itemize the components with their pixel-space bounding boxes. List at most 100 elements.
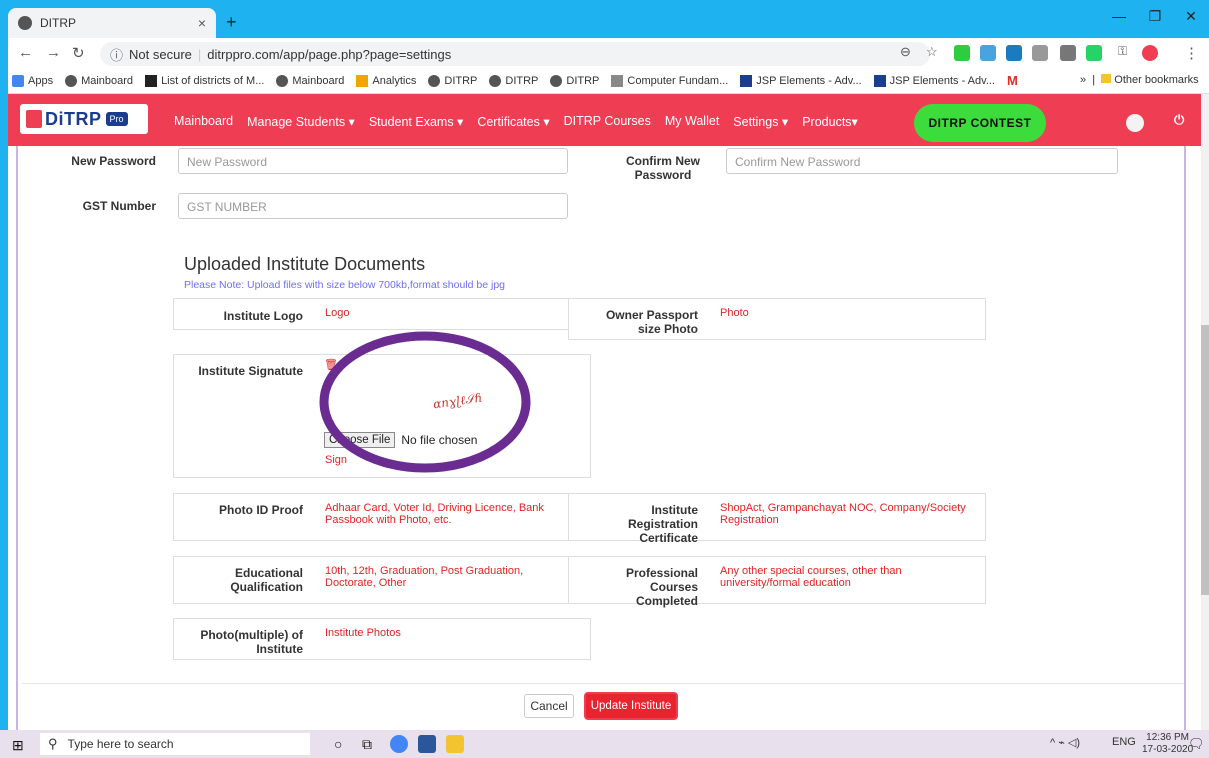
bookmarks-overflow[interactable]: » | Other bookmarks — [1080, 74, 1199, 86]
taskbar-search[interactable]: ⚲ Type here to search — [40, 733, 310, 755]
power-icon[interactable]: ⏻ — [1174, 112, 1184, 128]
scrollbar-thumb[interactable] — [1201, 325, 1209, 595]
photo-id-doc-label: Photo ID Proof — [219, 503, 303, 517]
sf-icon — [740, 74, 753, 87]
confirm-password-input[interactable]: Confirm New Password — [726, 148, 1118, 174]
clock-time: 12:36 PM — [1146, 732, 1189, 743]
analytics-icon — [356, 74, 369, 87]
windows-start-icon[interactable]: ⊞ — [12, 737, 24, 754]
cortana-icon[interactable]: ○ — [334, 736, 342, 752]
globe-icon — [276, 74, 289, 87]
separator: | — [197, 46, 202, 62]
reload-icon[interactable]: ↻ — [72, 44, 85, 62]
bookmark-item[interactable]: List of districts of M... — [145, 74, 264, 87]
apps-grid-icon — [12, 74, 24, 87]
bookmark-item[interactable]: DITRP — [428, 74, 477, 87]
contest-button[interactable]: DITRP CONTEST — [914, 104, 1046, 142]
tray-icons[interactable]: ^ ⌁ ◁) — [1050, 736, 1080, 749]
bookmark-item[interactable]: Mainboard — [276, 74, 344, 87]
bookmark-item[interactable]: Computer Fundam... — [611, 74, 728, 87]
zoom-icon[interactable]: ⊖ — [900, 44, 911, 60]
profile-icon[interactable] — [1142, 45, 1158, 61]
form-footer-divider — [22, 683, 1184, 684]
file-explorer-icon[interactable] — [446, 735, 464, 753]
new-password-input[interactable]: New Password — [178, 148, 568, 174]
maximize-icon[interactable]: ❐ — [1137, 8, 1173, 25]
registration-doc-value[interactable]: ShopAct, Grampanchayat NOC, Company/Soci… — [720, 502, 980, 526]
whatsapp-extension-icon[interactable] — [1086, 45, 1102, 61]
address-bar[interactable]: ⓘ Not secure | ditrppro.com/app/page.php… — [100, 42, 930, 66]
forward-icon[interactable]: → — [46, 44, 61, 61]
site-favicon-icon — [18, 16, 32, 30]
bookmark-item[interactable]: DITRP — [550, 74, 599, 87]
menu-certificates[interactable]: Certificates ▾ — [477, 114, 549, 129]
menu-manage-students[interactable]: Manage Students ▾ — [247, 114, 355, 129]
bookmark-item[interactable]: Analytics — [356, 74, 416, 87]
user-avatar[interactable] — [1126, 114, 1144, 132]
menu-ditrp-courses[interactable]: DITRP Courses — [564, 114, 651, 129]
menu-products[interactable]: Products▾ — [802, 114, 858, 129]
cancel-button[interactable]: Cancel — [524, 694, 574, 718]
url-text: ditrppro.com/app/page.php?page=settings — [207, 46, 452, 62]
menu-my-wallet[interactable]: My Wallet — [665, 114, 719, 129]
new-tab-button[interactable]: + — [226, 12, 237, 33]
bookmark-item[interactable]: DITRP — [489, 74, 538, 87]
update-institute-button[interactable]: Update Institute — [584, 692, 678, 720]
gst-input[interactable]: GST NUMBER — [178, 193, 568, 219]
tab-title: DITRP — [40, 16, 76, 30]
browser-menu-icon[interactable]: ⋮ — [1184, 44, 1199, 62]
browser-tab[interactable]: DITRP × — [8, 8, 216, 38]
menu-mainboard[interactable]: Mainboard — [174, 114, 233, 129]
site-logo[interactable]: DiTRP Pro — [20, 104, 148, 134]
extension-icon[interactable] — [980, 45, 996, 61]
new-password-label: New Password — [71, 154, 156, 168]
main-menu: Mainboard Manage Students ▾ Student Exam… — [174, 114, 872, 129]
clock[interactable]: 12:36 PM 17-03-2020 — [1142, 732, 1193, 756]
other-bookmarks[interactable]: Other bookmarks — [1114, 74, 1198, 86]
search-icon: ⚲ — [48, 736, 58, 751]
extension-icon[interactable] — [1006, 45, 1022, 61]
globe-icon — [65, 74, 78, 87]
professional-doc-value[interactable]: Any other special courses, other than un… — [720, 565, 920, 589]
logo-doc-value[interactable]: Logo — [325, 307, 349, 319]
close-window-icon[interactable]: ✕ — [1173, 8, 1209, 25]
gmail-bookmark[interactable]: M — [1007, 73, 1018, 88]
globe-icon — [489, 74, 502, 87]
bookmark-item[interactable]: Mainboard — [65, 74, 133, 87]
bookmark-item[interactable]: JSP Elements - Adv... — [740, 74, 862, 87]
tab-close-icon[interactable]: × — [198, 15, 206, 31]
language-indicator[interactable]: ENG — [1112, 736, 1136, 748]
gst-label: GST Number — [82, 199, 156, 213]
book-icon — [611, 74, 624, 87]
key-icon[interactable]: ⚿ — [1118, 44, 1127, 59]
menu-student-exams[interactable]: Student Exams ▾ — [369, 114, 464, 129]
pdf-extension-icon[interactable] — [1032, 45, 1048, 61]
passport-doc-value[interactable]: Photo — [720, 307, 749, 319]
notifications-icon[interactable]: 🗨 — [1188, 736, 1205, 752]
minimize-icon[interactable]: — — [1101, 8, 1137, 24]
menu-settings[interactable]: Settings ▾ — [733, 114, 788, 129]
passport-doc-label: Owner Passport size Photo — [605, 308, 698, 336]
word-icon[interactable] — [418, 735, 436, 753]
bookmark-item[interactable]: JSP Elements - Adv... — [873, 74, 995, 87]
star-icon[interactable]: ☆ — [926, 44, 938, 60]
bookmarks-bar: Apps Mainboard List of districts of M...… — [8, 68, 1209, 94]
back-icon[interactable]: ← — [18, 44, 33, 61]
photo-id-doc-value[interactable]: Adhaar Card, Voter Id, Driving Licence, … — [325, 502, 561, 526]
chrome-icon[interactable] — [390, 735, 408, 753]
institute-photos-doc-label: Photo(multiple) of Institute — [200, 628, 303, 656]
wikipedia-icon — [145, 74, 158, 87]
education-doc-value[interactable]: 10th, 12th, Graduation, Post Graduation,… — [325, 565, 567, 589]
confirm-password-label: Confirm New Password — [625, 154, 700, 182]
task-view-icon[interactable]: ⧉ — [362, 736, 372, 753]
security-status: Not secure — [129, 46, 192, 62]
registration-doc-label: Institute Registration Certificate — [627, 503, 698, 545]
institute-photos-doc-value[interactable]: Institute Photos — [325, 627, 401, 639]
folder-icon — [1101, 74, 1112, 83]
extension-icon[interactable] — [1060, 45, 1076, 61]
clock-date: 17-03-2020 — [1142, 744, 1194, 755]
documents-heading: Uploaded Institute Documents — [184, 254, 426, 274]
bookmark-apps[interactable]: Apps — [12, 74, 53, 87]
logo-mark-icon — [26, 110, 42, 128]
shield-extension-icon[interactable] — [954, 45, 970, 61]
